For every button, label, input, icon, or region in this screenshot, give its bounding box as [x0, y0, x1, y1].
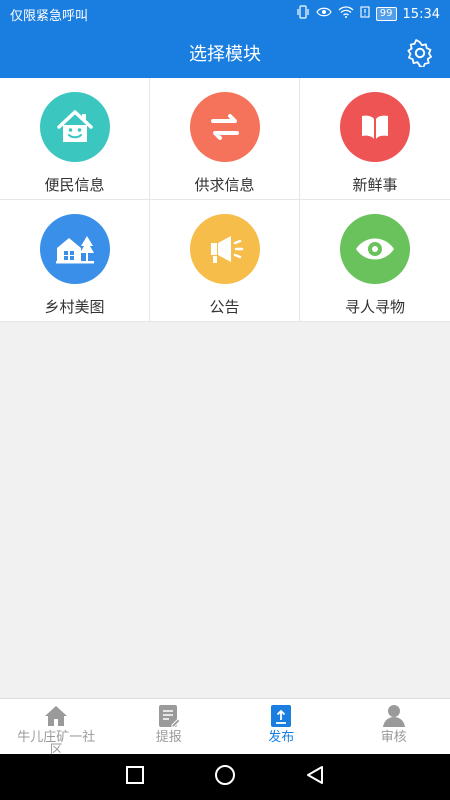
module-grid: 便民信息 供求信息 新鲜事 乡村美图 公告 寻人寻物: [0, 78, 450, 322]
back-triangle-icon[interactable]: [305, 765, 325, 789]
module-label: 乡村美图: [44, 298, 105, 316]
bottom-nav: 牛儿庄矿一社区 提报 发布 审核: [0, 698, 450, 757]
publish-icon: [268, 703, 294, 729]
battery-icon: 99: [375, 7, 397, 21]
status-bar: 仅限紧急呼叫 99 15:34: [0, 0, 450, 28]
page-title: 选择模块: [189, 44, 261, 65]
sim-alert-icon: [360, 6, 370, 22]
nav-report[interactable]: 提报: [113, 699, 226, 757]
module-label: 新鲜事: [352, 176, 398, 194]
module-gongqiu[interactable]: 供求信息: [150, 78, 300, 200]
eye-status-icon: [316, 6, 332, 22]
module-gonggao[interactable]: 公告: [150, 200, 300, 322]
home-circle-icon[interactable]: [214, 764, 236, 790]
module-xunren[interactable]: 寻人寻物: [300, 200, 450, 322]
gear-icon[interactable]: [406, 39, 434, 69]
system-nav-bar: [0, 754, 450, 800]
house-smile-icon: [39, 92, 110, 162]
clock: 15:34: [402, 6, 440, 22]
nav-label: 提报: [155, 730, 182, 745]
status-left-text: 仅限紧急呼叫: [10, 8, 89, 24]
module-xiangcun[interactable]: 乡村美图: [0, 200, 150, 322]
reviewer-icon: [381, 703, 407, 729]
nav-label: 发布: [268, 730, 295, 745]
module-label: 供求信息: [194, 176, 255, 194]
module-bianmin[interactable]: 便民信息: [0, 78, 150, 200]
open-book-icon: [340, 92, 410, 162]
module-label: 便民信息: [44, 176, 105, 194]
nav-label: 审核: [380, 730, 407, 745]
exchange-arrows-icon: [189, 92, 260, 162]
nav-review[interactable]: 审核: [338, 699, 450, 757]
report-edit-icon: [156, 703, 182, 729]
nav-publish[interactable]: 发布: [225, 699, 338, 757]
eye-icon: [340, 214, 410, 284]
module-xinxianshi[interactable]: 新鲜事: [300, 78, 450, 200]
village-trees-icon: [39, 214, 110, 284]
recent-apps-icon[interactable]: [125, 765, 145, 789]
home-icon: [43, 703, 69, 729]
vibrate-icon: [296, 5, 310, 23]
nav-community[interactable]: 牛儿庄矿一社区: [0, 699, 113, 757]
module-label: 寻人寻物: [344, 298, 405, 316]
app-header: 选择模块: [0, 28, 450, 78]
megaphone-icon: [189, 214, 260, 284]
status-icons: 99 15:34: [296, 5, 440, 23]
module-label: 公告: [209, 298, 240, 316]
wifi-icon: [338, 6, 354, 22]
